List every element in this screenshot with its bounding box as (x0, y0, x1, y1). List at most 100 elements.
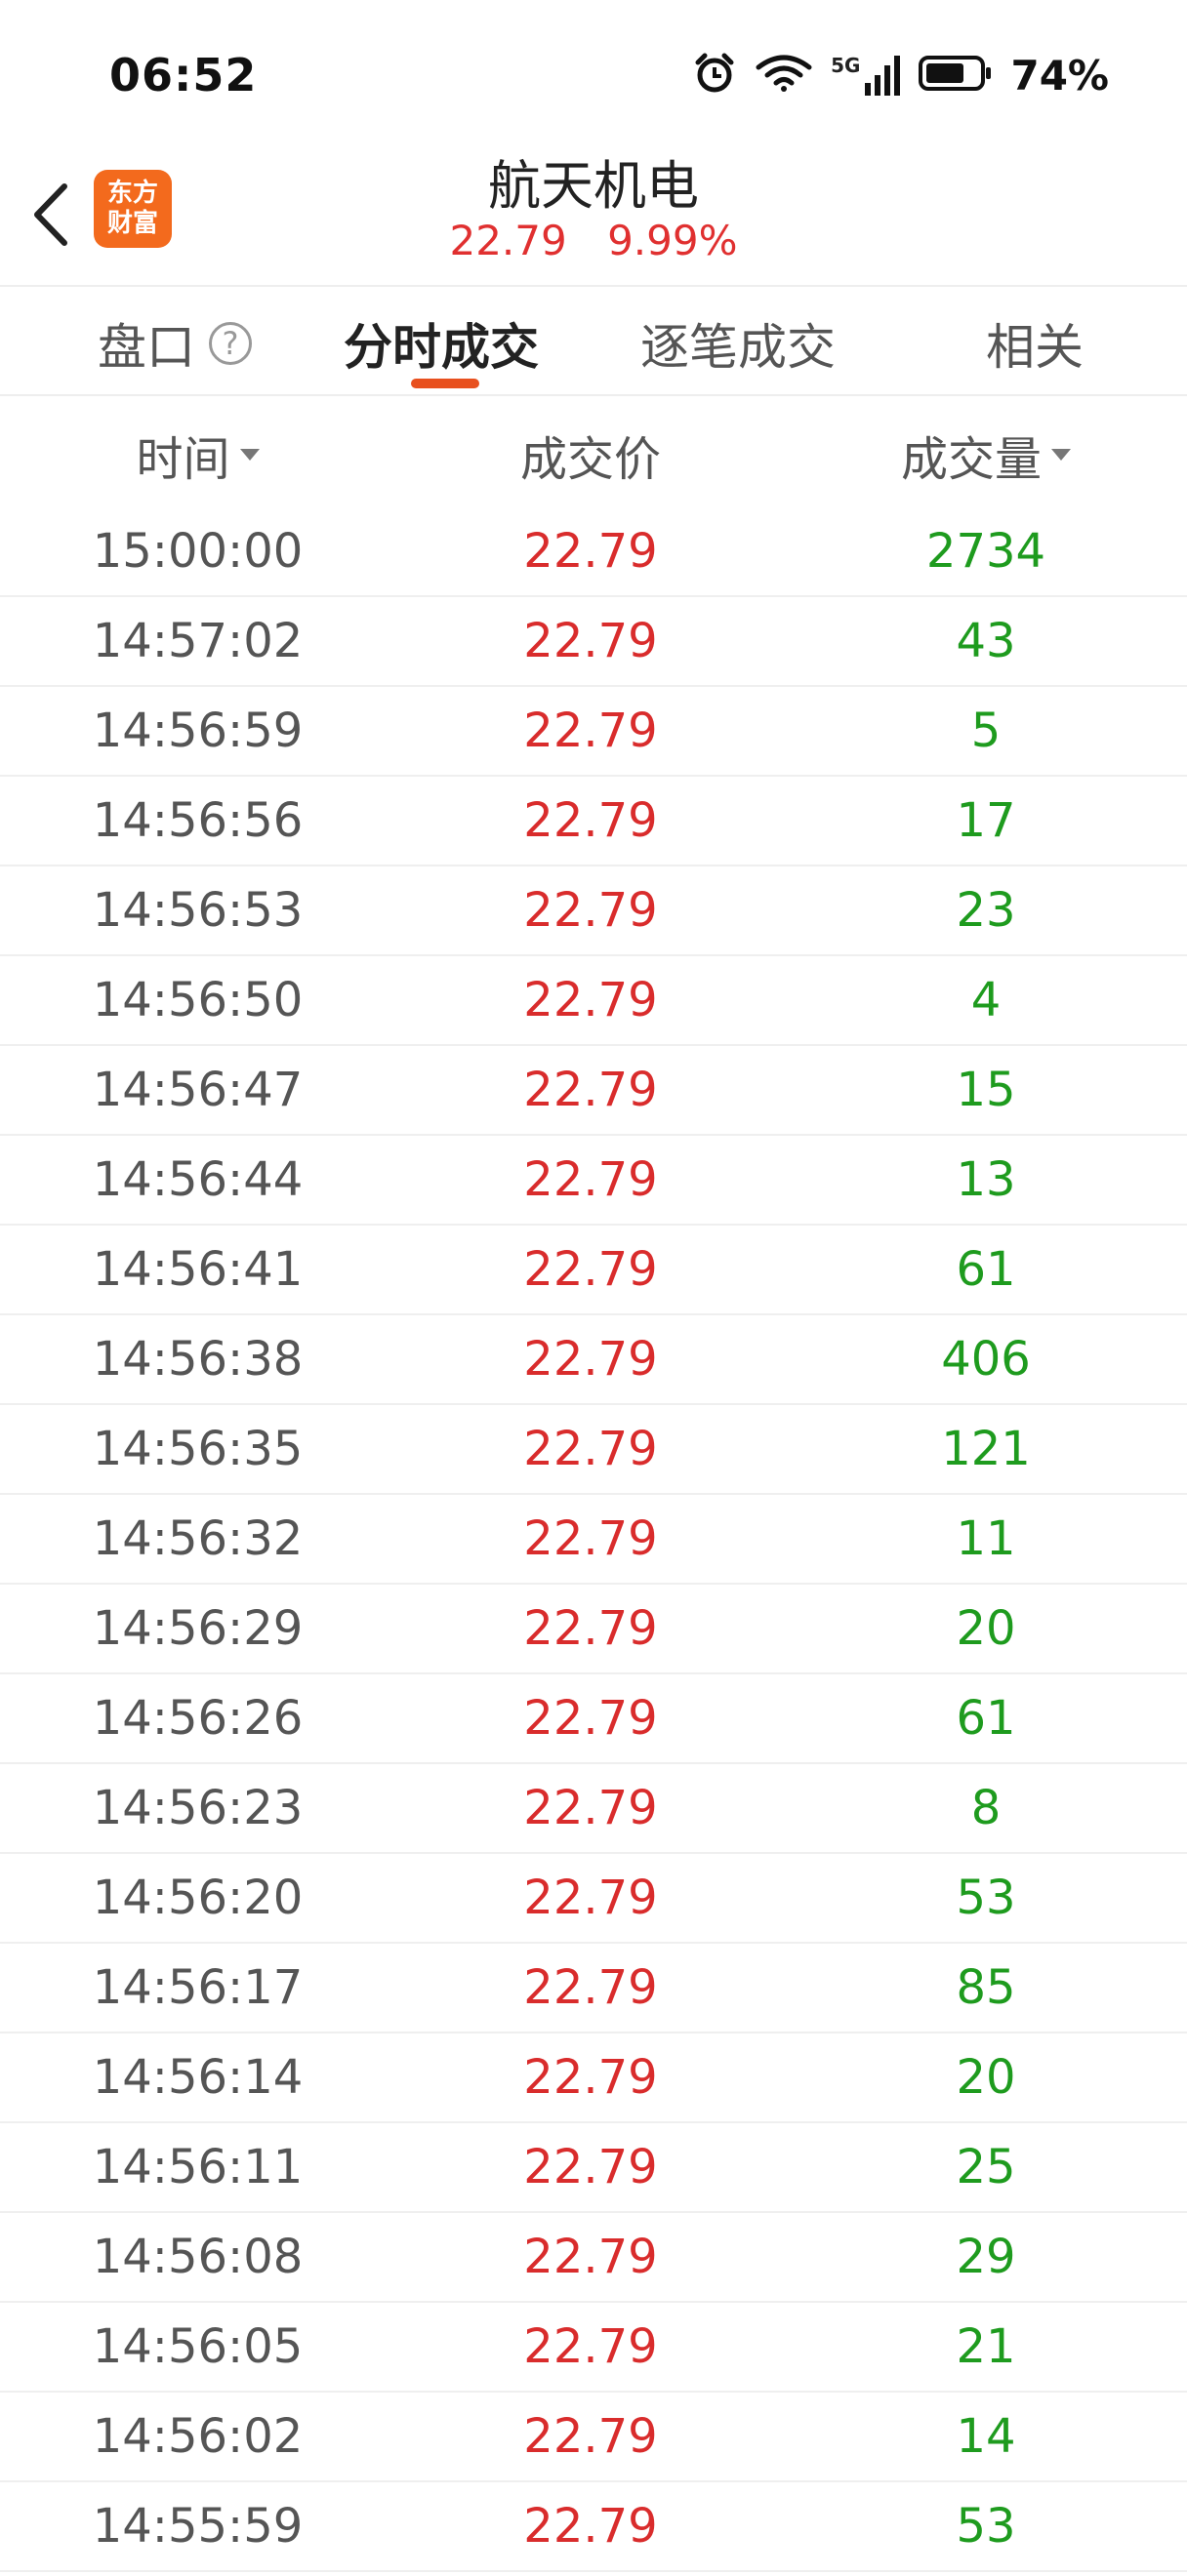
trade-time: 14:56:47 (92, 1063, 304, 1117)
trade-price: 22.79 (523, 883, 658, 938)
column-header-price: 成交价 (469, 416, 713, 494)
trade-time: 14:55:59 (92, 2499, 304, 2554)
trade-price: 22.79 (523, 704, 658, 758)
trade-volume: 15 (956, 1063, 1016, 1117)
column-header-label: 时间 (136, 432, 230, 487)
battery-icon (919, 54, 993, 97)
trade-price: 22.79 (523, 2230, 658, 2284)
trade-price: 22.79 (523, 973, 658, 1027)
trade-volume: 5 (970, 704, 1002, 758)
trade-time: 14:56:50 (92, 973, 304, 1027)
trade-row: 14:56:38 22.79 406 (0, 1315, 1187, 1405)
trade-time: 14:56:44 (92, 1152, 304, 1207)
trade-time: 14:56:17 (92, 1960, 304, 2015)
trade-volume: 20 (956, 1601, 1016, 1656)
stock-header: 东方 财富 航天机电 22.79 9.99% (0, 137, 1187, 285)
stock-change-percent: 9.99% (607, 217, 738, 264)
stock-name: 航天机电 (488, 155, 699, 217)
trade-price: 22.79 (523, 793, 658, 848)
trade-row: 14:56:14 22.79 20 (0, 2033, 1187, 2123)
trade-time: 14:56:32 (92, 1511, 304, 1566)
trade-time: 14:56:59 (92, 704, 304, 758)
trade-volume: 17 (956, 793, 1016, 848)
trade-volume: 25 (956, 2140, 1016, 2194)
status-icons: 5G 74% (692, 51, 1109, 100)
trade-time: 14:56:14 (92, 2050, 304, 2105)
trade-time: 14:57:02 (92, 614, 304, 668)
trade-row: 14:56:05 22.79 21 (0, 2303, 1187, 2393)
network-type-label: 5G (831, 54, 861, 77)
tab-related[interactable]: 相关 (986, 308, 1084, 379)
trade-row: 14:56:32 22.79 11 (0, 1495, 1187, 1585)
trade-price: 22.79 (523, 1960, 658, 2015)
trade-time: 14:56:05 (92, 2319, 304, 2374)
alarm-icon (692, 51, 737, 100)
tab-label: 相关 (986, 319, 1084, 376)
trade-row: 14:56:08 22.79 29 (0, 2213, 1187, 2303)
stock-quote: 22.79 9.99% (0, 217, 1187, 264)
trade-row: 14:56:35 22.79 121 (0, 1405, 1187, 1495)
trade-time: 14:56:26 (92, 1691, 304, 1746)
tab-minute-trades[interactable]: 分时成交 (344, 308, 539, 379)
column-header-label: 成交量 (900, 432, 1042, 487)
trade-price: 22.79 (523, 2050, 658, 2105)
trade-volume: 11 (956, 1511, 1016, 1566)
column-header-time[interactable]: 时间 (78, 416, 317, 494)
trade-time: 14:56:41 (92, 1242, 304, 1297)
trade-row: 14:55:59 22.79 53 (0, 2482, 1187, 2572)
trade-volume: 85 (956, 1960, 1016, 2015)
trade-time: 14:56:11 (92, 2140, 304, 2194)
trade-row: 15:00:00 22.79 2734 (0, 507, 1187, 597)
trade-volume: 53 (956, 2499, 1016, 2554)
trade-row: 14:56:53 22.79 23 (0, 866, 1187, 956)
battery-percent: 74% (1010, 51, 1109, 100)
tab-label: 盘口 (98, 319, 195, 376)
trade-time: 14:56:02 (92, 2409, 304, 2464)
trade-price: 22.79 (523, 1871, 658, 1925)
trade-row: 14:56:23 22.79 8 (0, 1764, 1187, 1854)
column-header-volume[interactable]: 成交量 (859, 416, 1113, 494)
trade-volume: 43 (956, 614, 1016, 668)
trade-price: 22.79 (523, 1332, 658, 1387)
trade-price: 22.79 (523, 1601, 658, 1656)
trade-volume: 61 (956, 1691, 1016, 1746)
stock-price: 22.79 (449, 217, 567, 264)
trade-row: 14:56:47 22.79 15 (0, 1046, 1187, 1136)
trade-price: 22.79 (523, 1152, 658, 1207)
sort-caret-icon (239, 449, 260, 461)
trade-price: 22.79 (523, 2319, 658, 2374)
column-header-label: 成交价 (519, 432, 661, 487)
trade-price: 22.79 (523, 1422, 658, 1476)
sort-caret-icon (1051, 449, 1071, 461)
trade-row: 14:56:56 22.79 17 (0, 777, 1187, 866)
trade-price: 22.79 (523, 1242, 658, 1297)
trade-time: 14:56:29 (92, 1601, 304, 1656)
tab-bar: 盘口 ? 分时成交 逐笔成交 相关 (0, 289, 1187, 396)
trade-row: 14:56:29 22.79 20 (0, 1585, 1187, 1674)
trade-row: 14:56:11 22.79 25 (0, 2123, 1187, 2213)
trade-time: 14:56:35 (92, 1422, 304, 1476)
status-time: 06:52 (109, 49, 258, 101)
trade-price: 22.79 (523, 2499, 658, 2554)
trade-volume: 406 (941, 1332, 1031, 1387)
trade-price: 22.79 (523, 524, 658, 579)
trade-volume: 61 (956, 1242, 1016, 1297)
trade-row: 14:56:50 22.79 4 (0, 956, 1187, 1046)
trade-time: 14:56:23 (92, 1781, 304, 1835)
trade-time: 14:56:56 (92, 793, 304, 848)
trade-volume: 13 (956, 1152, 1016, 1207)
trade-row: 14:56:41 22.79 61 (0, 1226, 1187, 1315)
tab-divider (0, 394, 1187, 396)
trade-time: 15:00:00 (92, 524, 304, 579)
tab-tick-trades[interactable]: 逐笔成交 (640, 308, 836, 379)
help-icon[interactable]: ? (209, 322, 252, 365)
trade-price: 22.79 (523, 2409, 658, 2464)
trade-list[interactable]: 15:00:00 22.79 2734 14:57:02 22.79 43 14:56:59… (0, 507, 1187, 2572)
trade-price: 22.79 (523, 614, 658, 668)
trade-time: 14:56:53 (92, 883, 304, 938)
trade-price: 22.79 (523, 2140, 658, 2194)
trade-volume: 8 (970, 1781, 1002, 1835)
tab-order-book[interactable]: 盘口 ? (98, 308, 252, 379)
trade-time: 14:56:08 (92, 2230, 304, 2284)
trade-price: 22.79 (523, 1691, 658, 1746)
